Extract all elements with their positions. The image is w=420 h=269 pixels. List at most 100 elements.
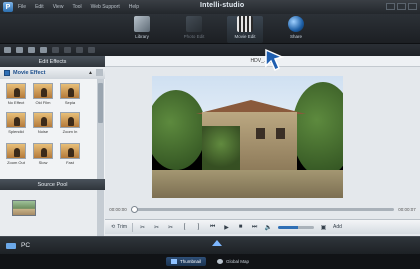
pc-label[interactable]: PC — [21, 242, 30, 249]
effect-thumbnail — [33, 143, 53, 159]
effect-thumbnail — [33, 83, 53, 99]
source-pool-header: Source Pool — [0, 179, 105, 190]
thumbnail-icon — [170, 259, 177, 264]
mode-library[interactable]: Library — [124, 16, 160, 43]
save-icon[interactable] — [16, 47, 23, 53]
movie-effect-group[interactable]: Movie Effect ▲ — [0, 67, 105, 79]
playback-controls: ⟲ Trim ✂ ✂ ✂ [ ] ⏮ ▶ ■ ⏭ 🔈 ▣ Add — [105, 219, 420, 234]
effect-label: Zoom Out — [7, 160, 25, 165]
menu-edit[interactable]: Edit — [35, 4, 44, 10]
scroll-up-button[interactable] — [96, 69, 103, 76]
collapse-icon[interactable]: ▲ — [88, 70, 93, 76]
effect-thumbnail — [6, 143, 26, 159]
delete-icon[interactable] — [76, 47, 83, 53]
export-icon[interactable] — [40, 47, 47, 53]
seek-bar: 00:00:00 00:00:07 — [105, 204, 420, 215]
menu-bar: File Edit View Tool Web Support Help — [18, 4, 139, 10]
redo-icon[interactable] — [64, 47, 71, 53]
close-button[interactable] — [408, 3, 417, 10]
time-end: 00:00:07 — [398, 207, 416, 212]
video-ivy — [202, 126, 240, 171]
effect-zoom-out[interactable]: Zoom Out — [4, 143, 28, 165]
seek-track[interactable] — [131, 206, 394, 213]
effect-zoom-in[interactable]: Zoom In — [58, 112, 82, 134]
trim-icon: ⟲ — [111, 224, 116, 230]
mode-share[interactable]: Share — [278, 16, 314, 43]
movie-effect-icon — [4, 70, 10, 76]
time-start: 00:00:00 — [109, 207, 127, 212]
play-icon[interactable]: ▶ — [222, 223, 231, 232]
fullscreen-icon[interactable]: ▣ — [319, 223, 328, 232]
help-icon[interactable] — [88, 47, 95, 53]
globe-icon — [217, 259, 223, 264]
global-map-button[interactable]: Global Map — [212, 257, 254, 266]
menu-file[interactable]: File — [18, 4, 26, 10]
undo-icon[interactable] — [52, 47, 59, 53]
mode-library-label: Library — [135, 34, 149, 39]
effect-thumbnail — [60, 112, 80, 128]
expand-arrow-icon[interactable] — [212, 240, 222, 246]
video-preview[interactable] — [152, 76, 343, 198]
source-pool — [0, 190, 105, 236]
video-tree-right — [292, 82, 343, 177]
add-label: Add — [333, 224, 342, 230]
mode-movie-edit[interactable]: Movie Edit — [227, 16, 263, 43]
effect-fast[interactable]: Fast — [58, 143, 82, 165]
stop-icon[interactable]: ■ — [236, 223, 245, 232]
cut-end-icon[interactable]: ✂ — [166, 223, 175, 232]
mode-toolbar: Library Photo Edit Movie Edit Share — [0, 14, 420, 44]
app-title: Intelli-studio — [200, 2, 245, 9]
mark-out-icon[interactable]: ] — [194, 223, 203, 232]
photo-edit-icon — [186, 16, 202, 32]
effects-scrollbar[interactable] — [97, 79, 104, 179]
thumbnail-view-button[interactable]: Thumbnail — [165, 257, 206, 266]
effect-thumbnail — [33, 112, 53, 128]
list-icon[interactable] — [28, 47, 35, 53]
maximize-button[interactable] — [397, 3, 406, 10]
menu-tool[interactable]: Tool — [72, 4, 81, 10]
pc-icon — [6, 243, 16, 249]
effect-label: No Effect — [7, 100, 25, 105]
cut-start-icon[interactable]: ✂ — [152, 223, 161, 232]
edit-effects-header: Edit Effects — [0, 56, 105, 67]
mouse-cursor-icon — [265, 48, 285, 72]
movie-effect-label: Movie Effect — [13, 70, 46, 76]
mode-photo-edit[interactable]: Photo Edit — [176, 16, 212, 43]
seek-handle[interactable] — [131, 206, 138, 213]
view-mode-bar: Thumbnail Global Map — [0, 254, 420, 269]
scrollbar-thumb[interactable] — [98, 83, 103, 123]
volume-slider[interactable] — [278, 225, 315, 229]
mark-in-icon[interactable]: [ — [180, 223, 189, 232]
menu-view[interactable]: View — [53, 4, 64, 10]
window-controls — [386, 3, 417, 10]
minimize-button[interactable] — [386, 3, 395, 10]
effect-splendid[interactable]: Splendid — [4, 112, 28, 134]
volume-icon[interactable]: 🔈 — [264, 223, 273, 232]
mode-photo-edit-label: Photo Edit — [183, 34, 205, 39]
effect-label: Old Film — [35, 100, 51, 105]
folder-icon[interactable] — [4, 47, 11, 53]
source-scrollbar[interactable] — [97, 190, 104, 236]
menu-help[interactable]: Help — [129, 4, 139, 10]
source-clip-thumbnail[interactable] — [12, 200, 36, 216]
mode-movie-edit-label: Movie Edit — [234, 34, 256, 39]
menu-web-support[interactable]: Web Support — [91, 4, 120, 10]
trim-button[interactable]: ⟲ Trim — [111, 224, 127, 230]
effects-panel: Edit Effects Movie Effect ▲ No Effect Ol… — [0, 56, 105, 236]
device-bar: PC — [0, 236, 420, 254]
thumbnail-label: Thumbnail — [179, 259, 201, 264]
effect-slow[interactable]: Slow — [31, 143, 55, 165]
trim-label: Trim — [117, 224, 128, 230]
next-frame-icon[interactable]: ⏭ — [250, 223, 259, 232]
prev-frame-icon[interactable]: ⏮ — [208, 223, 217, 232]
effect-noise[interactable]: Noise — [31, 112, 55, 134]
mode-share-label: Share — [289, 34, 302, 39]
effect-thumbnail — [6, 112, 26, 128]
cut-icon[interactable]: ✂ — [138, 223, 147, 232]
add-button[interactable]: Add — [333, 224, 342, 230]
video-window — [256, 128, 265, 139]
effect-no-effect[interactable]: No Effect — [4, 83, 28, 105]
effect-sepia[interactable]: Sepia — [58, 83, 82, 105]
effect-old-film[interactable]: Old Film — [31, 83, 55, 105]
edit-toolbar — [0, 44, 420, 56]
